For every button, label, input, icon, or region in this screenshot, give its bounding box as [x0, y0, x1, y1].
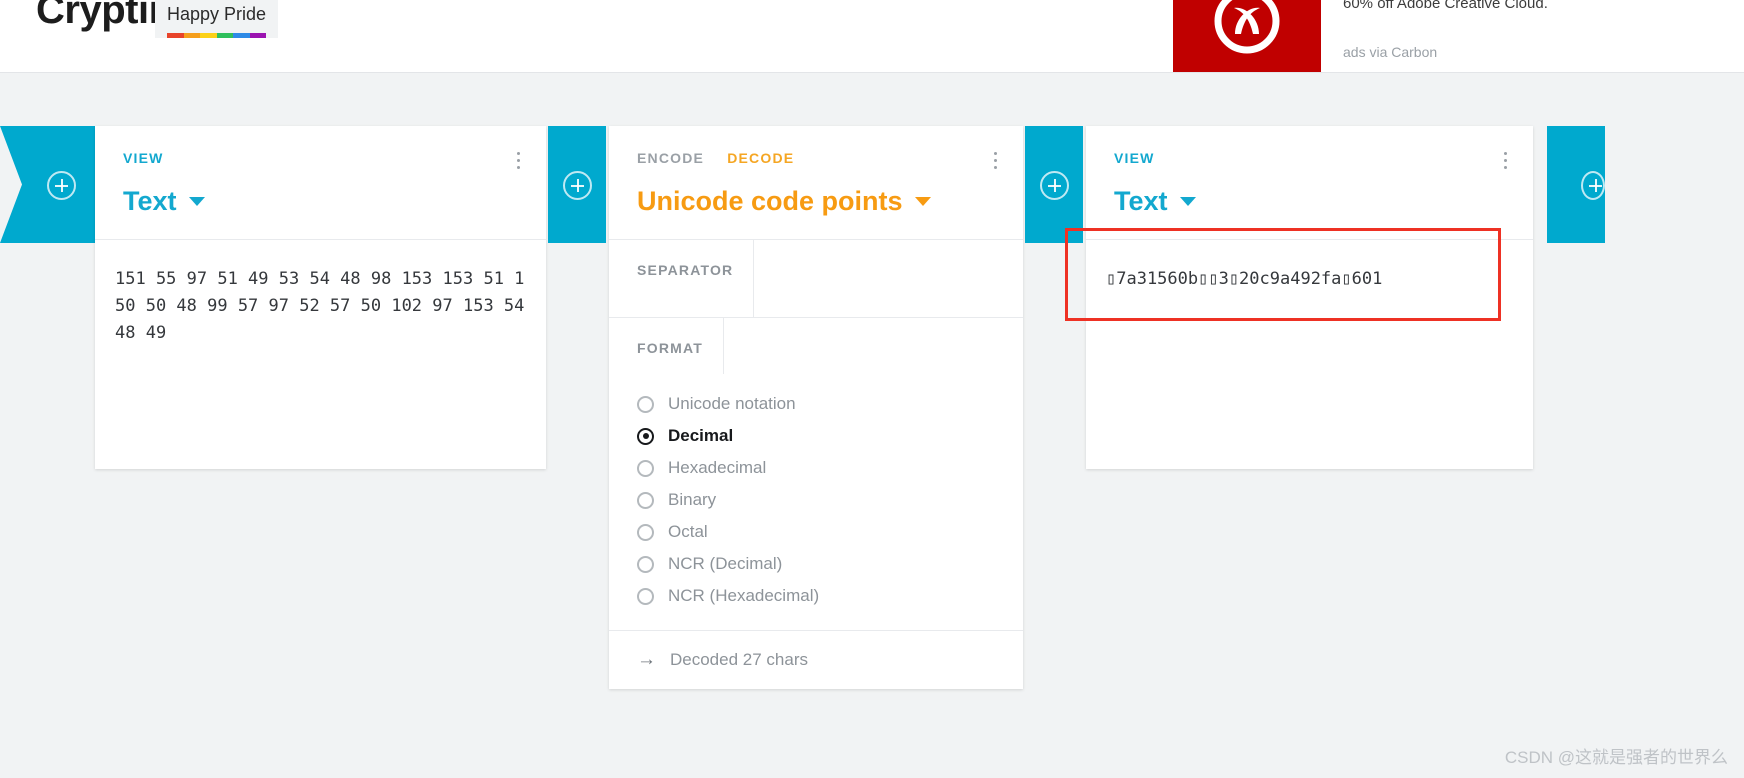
input-textarea[interactable]: 151 55 97 51 49 53 54 48 98 153 153 51 1…	[115, 266, 526, 347]
radio-binary[interactable]: Binary	[609, 484, 1023, 516]
radio-ncr-hexadecimal[interactable]: NCR (Hexadecimal)	[609, 580, 1023, 612]
add-brick-rail-1[interactable]	[548, 126, 606, 243]
brick-body[interactable]: ▯7a31560b▯▯3▯20c9a492fa▯601	[1086, 239, 1533, 461]
output-textarea[interactable]: ▯7a31560b▯▯3▯20c9a492fa▯601	[1106, 266, 1513, 293]
radio-hexadecimal[interactable]: Hexadecimal	[609, 452, 1023, 484]
tab-view[interactable]: VIEW	[1114, 150, 1155, 166]
brick-output-view[interactable]: VIEW Text ▯7a31560b▯▯3▯20c9a492fa▯601	[1086, 126, 1533, 469]
brick-menu-button[interactable]	[1500, 148, 1511, 173]
radio-label: Unicode notation	[668, 394, 796, 413]
adobe-creative-cloud-icon[interactable]	[1173, 0, 1321, 72]
ad-headline[interactable]: 60% off Adobe Creative Cloud.	[1343, 0, 1548, 14]
radio-label: Decimal	[668, 426, 734, 445]
radio-octal[interactable]: Octal	[609, 516, 1023, 548]
add-brick-rail-3[interactable]	[1547, 126, 1605, 243]
radio-icon	[637, 587, 654, 605]
radio-icon	[637, 459, 654, 477]
format-radio-group[interactable]: Unicode notation Decimal Hexadecimal Bin…	[609, 374, 1023, 630]
pride-stripe	[200, 33, 217, 38]
brick-title[interactable]: Unicode code points	[637, 186, 995, 217]
radio-ncr-decimal[interactable]: NCR (Decimal)	[609, 548, 1023, 580]
plus-circle-icon[interactable]	[46, 171, 76, 200]
brick-header: ENCODE DECODE Unicode code points	[609, 126, 1023, 239]
kebab-dot	[994, 152, 997, 155]
tab-decode[interactable]: DECODE	[727, 150, 794, 166]
carbon-ad[interactable]: 60% off Adobe Creative Cloud. ads via Ca…	[1173, 0, 1733, 72]
pride-badge-label: Happy Pride	[167, 4, 267, 24]
brick-tabs: VIEW	[1114, 150, 1505, 166]
radio-decimal[interactable]: Decimal	[609, 420, 1023, 452]
setting-separator-label: SEPARATOR	[609, 240, 755, 317]
brick-status-bar: → Decoded 27 chars	[609, 630, 1023, 689]
plus-circle-icon[interactable]	[1581, 171, 1605, 200]
kebab-dot	[1504, 159, 1507, 162]
radio-label: NCR (Decimal)	[668, 554, 783, 573]
kebab-dot	[994, 166, 997, 169]
chevron-down-icon[interactable]	[1179, 197, 1196, 206]
setting-format-spacer	[724, 318, 1023, 374]
kebab-dot	[517, 159, 520, 162]
brick-tabs: VIEW	[123, 150, 518, 166]
carbon-ad-text: 60% off Adobe Creative Cloud. ads via Ca…	[1321, 0, 1548, 60]
brick-title-label: Text	[123, 186, 177, 216]
chevron-down-icon[interactable]	[914, 197, 931, 206]
pride-badge[interactable]: Happy Pride	[155, 0, 279, 38]
kebab-dot	[994, 159, 997, 162]
radio-label: NCR (Hexadecimal)	[668, 586, 820, 605]
csdn-watermark: CSDN @这就是强者的世界么	[1504, 748, 1728, 767]
brand-logo[interactable]: Cryptii	[36, 0, 160, 33]
decode-status-text: Decoded 27 chars	[670, 650, 808, 669]
brick-menu-button[interactable]	[513, 148, 524, 173]
pride-stripes	[167, 33, 267, 38]
radio-label: Octal	[668, 522, 708, 541]
radio-icon	[637, 395, 654, 413]
brick-title-label: Text	[1114, 186, 1168, 216]
brick-header: VIEW Text	[95, 126, 546, 239]
setting-separator[interactable]: SEPARATOR	[609, 239, 1023, 317]
tab-view[interactable]: VIEW	[123, 150, 164, 166]
pride-stripe	[167, 33, 184, 38]
arrow-right-icon: →	[637, 649, 656, 670]
setting-separator-input[interactable]	[754, 240, 1023, 260]
brick-header: VIEW Text	[1086, 126, 1533, 239]
radio-unicode-notation[interactable]: Unicode notation	[609, 388, 1023, 420]
radio-icon	[637, 555, 654, 573]
pride-stripe	[183, 33, 201, 38]
radio-icon-selected	[637, 427, 654, 445]
brick-title[interactable]: Text	[123, 186, 518, 217]
add-brick-rail-0[interactable]	[0, 126, 100, 243]
radio-icon	[637, 491, 654, 509]
ad-attribution[interactable]: ads via Carbon	[1343, 44, 1548, 60]
radio-label: Hexadecimal	[668, 458, 767, 477]
brick-input-view[interactable]: VIEW Text 151 55 97 51 49 53 54 48 98 15…	[95, 126, 546, 469]
brick-tabs: ENCODE DECODE	[637, 150, 995, 166]
pipeline-workspace: VIEW Text 151 55 97 51 49 53 54 48 98 15…	[0, 73, 1744, 778]
plus-circle-icon[interactable]	[1039, 171, 1069, 200]
kebab-dot	[1504, 166, 1507, 169]
brick-title[interactable]: Text	[1114, 186, 1505, 217]
brick-title-label: Unicode code points	[637, 186, 903, 216]
pride-stripe	[249, 33, 267, 38]
setting-format-label: FORMAT	[609, 318, 725, 374]
kebab-dot	[517, 166, 520, 169]
radio-icon	[637, 523, 654, 541]
kebab-dot	[1504, 152, 1507, 155]
brick-menu-button[interactable]	[990, 148, 1001, 173]
chevron-down-icon[interactable]	[188, 197, 205, 206]
add-brick-rail-2[interactable]	[1025, 126, 1083, 243]
setting-format: FORMAT Unicode notation Decimal Hexadeci…	[609, 317, 1023, 630]
brick-body[interactable]: 151 55 97 51 49 53 54 48 98 153 153 51 1…	[95, 239, 546, 461]
tab-encode[interactable]: ENCODE	[637, 150, 704, 166]
plus-circle-icon[interactable]	[562, 171, 592, 200]
pride-stripe	[216, 33, 234, 38]
brick-unicode-code-points[interactable]: ENCODE DECODE Unicode code points SEPARA…	[609, 126, 1023, 689]
kebab-dot	[517, 152, 520, 155]
radio-label: Binary	[668, 490, 717, 509]
pride-stripe	[233, 33, 250, 38]
